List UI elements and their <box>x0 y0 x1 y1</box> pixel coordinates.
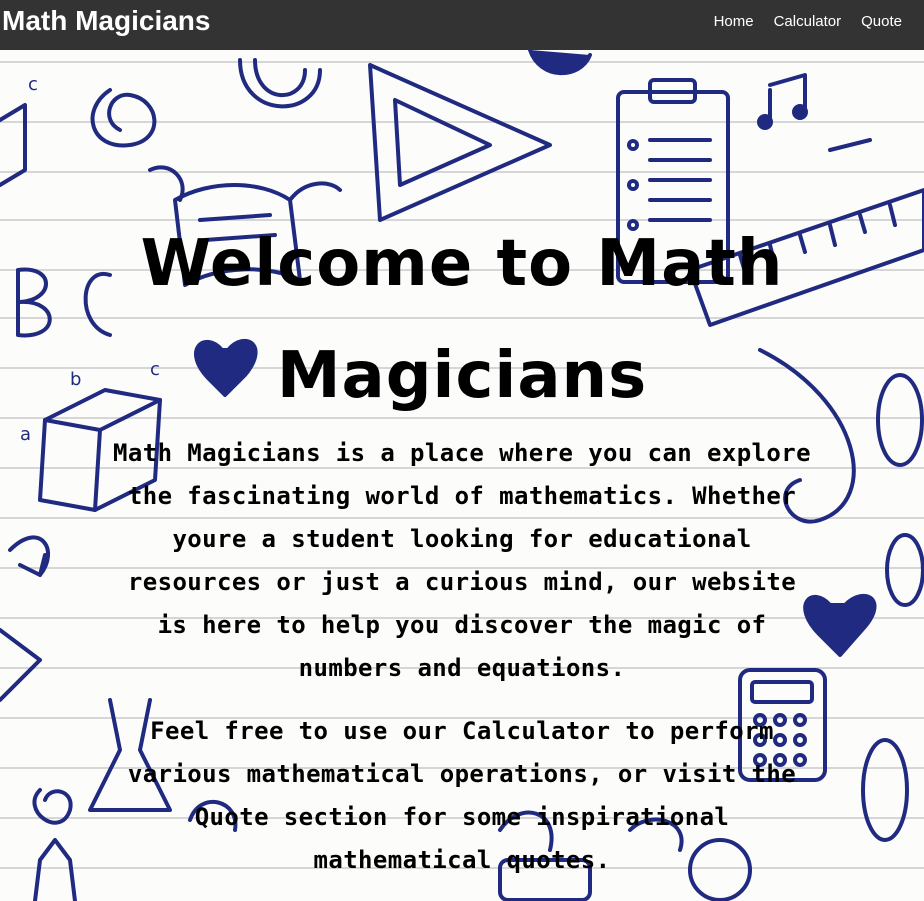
nav-link-calculator[interactable]: Calculator <box>774 13 842 30</box>
navigation-paragraph: Feel free to use our Calculator to perfo… <box>127 717 797 874</box>
top-navbar: Math Magicians Home Calculator Quote <box>0 0 924 50</box>
site-brand[interactable]: Math Magicians <box>0 5 210 37</box>
nav-link-home[interactable]: Home <box>714 13 754 30</box>
page-title: Welcome to Math Magicians <box>140 227 784 413</box>
nav-link-quote[interactable]: Quote <box>861 13 902 30</box>
nav-links: Home Calculator Quote <box>714 13 924 30</box>
intro-paragraph: Math Magicians is a place where you can … <box>113 439 811 682</box>
home-main: Welcome to Math Magicians Math Magicians… <box>0 50 924 901</box>
